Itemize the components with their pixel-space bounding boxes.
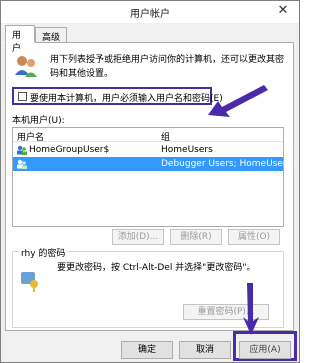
arrow-icon [243, 283, 259, 335]
delete-user-button[interactable]: 删除(R) [170, 229, 222, 245]
require-login-label: 要使用本计算机，用户必须输入用户名和密码(E) [30, 94, 223, 104]
user-icon [17, 159, 27, 169]
user-icon [17, 145, 27, 155]
window-title: 用户帐户 [130, 9, 170, 20]
require-login-row[interactable]: 要使用本计算机，用户必须输入用户名和密码(E) [12, 87, 223, 105]
column-username[interactable]: 用户名 [17, 130, 44, 143]
key-icon [21, 272, 38, 292]
table-row-selected[interactable]: Debugger Users; HomeUsers;... [13, 157, 303, 171]
row-group: Debugger Users; HomeUsers;... [161, 159, 303, 169]
ok-button[interactable]: 确定 [121, 341, 173, 359]
intro-text: 用下列表授予或拒绝用户访问你的计算机，还可以更改其密码和其他设置。 [50, 55, 285, 79]
tab-users[interactable]: 用户 [5, 25, 35, 54]
row-group: HomeUsers [161, 145, 213, 155]
column-group[interactable]: 组 [161, 130, 170, 143]
tab-advanced[interactable]: 高级 [35, 27, 67, 43]
cancel-button[interactable]: 取消 [179, 341, 231, 359]
list-header: 用户名 组 [13, 128, 283, 143]
password-group-title: rhy 的密码 [19, 246, 68, 259]
title-bar: 用户帐户 ✕ [1, 1, 299, 23]
properties-button[interactable]: 属性(O) [228, 229, 280, 245]
table-row[interactable]: HomeGroupUser$ HomeUsers [13, 143, 283, 157]
user-accounts-window: 用户帐户 ✕ 用户 高级 用下列表授予或拒绝用户访问你的计算机，还可以更改其密码… [0, 0, 303, 363]
arrow-icon [208, 85, 268, 117]
require-login-checkbox[interactable] [18, 92, 27, 101]
close-icon[interactable]: ✕ [271, 4, 295, 20]
users-icon [15, 56, 37, 77]
row-username: HomeGroupUser$ [29, 145, 110, 155]
password-info-text: 要更改密码，按 Ctrl-Alt-Del 并选择"更改密码"。 [57, 263, 256, 273]
users-list-label: 本机用户(U): [12, 116, 65, 126]
add-user-button[interactable]: 添加(D)... [112, 229, 164, 245]
apply-button[interactable]: 应用(A) [239, 341, 291, 359]
users-list[interactable]: 用户名 组 HomeGroupUser$ HomeUsers Debugger … [12, 127, 303, 227]
